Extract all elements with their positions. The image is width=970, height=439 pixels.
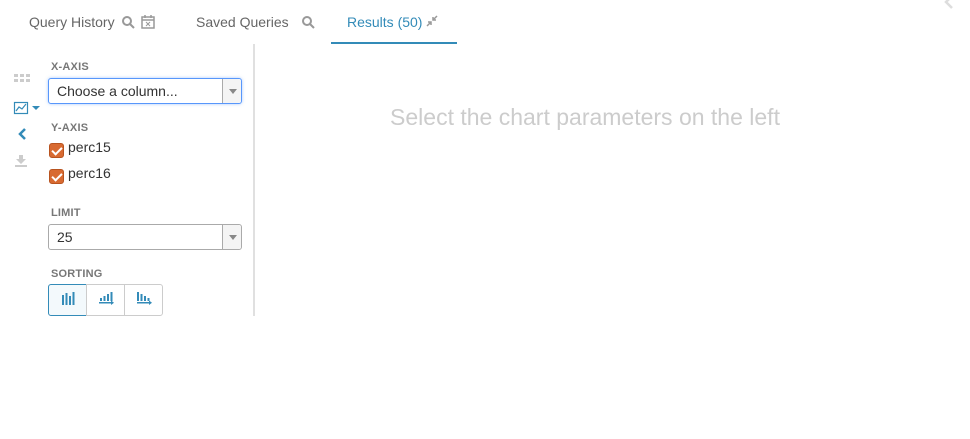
result-tabs: Query History Saved Queries Results (50)	[0, 0, 970, 44]
y-axis-option-perc16[interactable]: perc16	[49, 165, 111, 184]
grid-view-button[interactable]	[12, 72, 42, 92]
chevron-down-icon	[222, 79, 241, 103]
chart-icon	[12, 101, 42, 120]
tab-saved-queries[interactable]: Saved Queries	[196, 0, 315, 44]
calendar-icon[interactable]	[140, 15, 155, 29]
sort-ascending-button[interactable]	[86, 284, 125, 316]
tab-results-label: Results (50)	[347, 14, 423, 30]
chevron-down-icon	[222, 225, 241, 249]
tab-query-history[interactable]: Query History	[29, 0, 155, 44]
x-axis-select[interactable]: Choose a column...	[48, 78, 242, 104]
tab-results[interactable]: Results (50)	[331, 0, 457, 44]
download-button[interactable]	[12, 154, 42, 174]
checkbox[interactable]	[49, 169, 64, 184]
grid-icon	[12, 73, 30, 90]
tab-query-history-label: Query History	[29, 14, 115, 30]
search-icon[interactable]	[301, 15, 315, 29]
sort-none-icon	[61, 291, 75, 310]
limit-select[interactable]: 25	[48, 224, 242, 250]
download-icon	[12, 155, 29, 172]
collapse-chevron-icon[interactable]	[942, 0, 956, 10]
sort-descending-button[interactable]	[124, 284, 163, 316]
tab-saved-queries-label: Saved Queries	[196, 14, 289, 30]
chevron-left-icon	[12, 128, 30, 146]
chart-view-button[interactable]	[12, 100, 42, 120]
sorting-button-group	[48, 284, 163, 316]
y-axis-option-label: perc15	[68, 139, 111, 155]
sorting-label: SORTING	[51, 268, 103, 280]
y-axis-option-perc15[interactable]: perc15	[49, 139, 111, 158]
empty-chart-message: Select the chart parameters on the left	[390, 104, 780, 130]
compress-icon[interactable]	[426, 15, 440, 29]
chart-settings-panel: X-AXIS Choose a column... Y-AXIS perc15 …	[48, 44, 255, 316]
search-icon[interactable]	[121, 15, 135, 29]
y-axis-option-label: perc16	[68, 165, 111, 181]
x-axis-label: X-AXIS	[51, 61, 89, 73]
limit-label: LIMIT	[51, 207, 81, 219]
checkbox[interactable]	[49, 143, 64, 158]
limit-select-value: 25	[57, 229, 73, 245]
sort-descending-icon	[136, 291, 152, 310]
y-axis-label: Y-AXIS	[51, 122, 89, 134]
x-axis-select-value: Choose a column...	[57, 83, 178, 99]
collapse-panel-button[interactable]	[12, 126, 42, 146]
sort-ascending-icon	[98, 291, 114, 310]
sort-none-button[interactable]	[48, 284, 87, 316]
